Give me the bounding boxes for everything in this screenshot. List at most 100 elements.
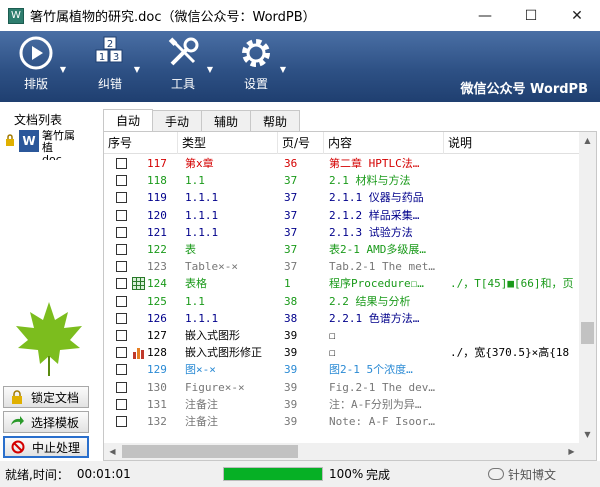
chevron-down-icon: ▼ [133, 65, 140, 74]
row-page: 37 [284, 225, 298, 239]
row-note [447, 155, 573, 172]
tab-manual[interactable]: 手动 [152, 110, 203, 131]
row-content: Note: A-F Isoor… [329, 415, 435, 428]
select-template-button[interactable]: 选择模板 [3, 411, 89, 433]
row-checkbox[interactable] [116, 209, 127, 221]
table-row[interactable]: 130 Figure×-× 39 Fig.2-1 The dev… [104, 379, 574, 396]
scroll-left-arrow[interactable]: ◀ [104, 443, 121, 460]
row-note [447, 413, 573, 430]
row-content: 2.2 结果与分析 [329, 294, 411, 308]
table-row[interactable]: 123 Table×-× 37 Tab.2-1 The met… [104, 258, 574, 275]
document-item[interactable]: W 箸竹属植 doc [5, 130, 95, 160]
row-checkbox[interactable] [116, 330, 127, 341]
svg-text:2: 2 [107, 39, 113, 50]
table-row[interactable]: 126 1.1.1 38 2.2.1 色谱方法… [104, 310, 574, 327]
row-page: 37 [284, 191, 298, 205]
row-number: 126 [147, 311, 167, 325]
row-type: 表格 [185, 277, 207, 291]
row-content: 2.1.3 试验方法 [329, 225, 413, 239]
table-row[interactable]: 118 1.1 37 2.1 材料与方法 [104, 172, 574, 189]
ribbon-toolbar: 排版 ▼ 2 1 3 纠错 ▼ 工具 ▼ 设置 ▼ 微信公众号 WordPB [0, 31, 600, 102]
window-title: 箸竹属植物的研究.doc（微信公众号：WordPB） [30, 10, 316, 25]
tab-assist[interactable]: 辅助 [201, 110, 252, 131]
row-checkbox[interactable] [116, 278, 127, 290]
row-checkbox[interactable] [116, 312, 127, 324]
row-note [447, 327, 573, 344]
correct-button[interactable]: 2 1 3 纠错 ▼ [92, 35, 140, 99]
table-row[interactable]: 127 嵌入式图形 39 ☐ [104, 327, 574, 344]
row-page: 37 [284, 208, 298, 222]
format-button[interactable]: 排版 ▼ [18, 35, 66, 99]
row-type: 嵌入式图形 [185, 329, 240, 342]
results-table: 序号 类型 页/号 内容 说明 117 第x章 36 第二章 HPTLC法… 118 1.… [103, 131, 597, 461]
row-checkbox[interactable] [116, 364, 127, 376]
maple-leaf-logo [8, 298, 90, 378]
stop-processing-button[interactable]: 中止处理 [3, 436, 89, 458]
row-checkbox[interactable] [116, 244, 127, 255]
row-number: 123 [147, 260, 167, 274]
row-checkbox[interactable] [116, 226, 127, 238]
table-row[interactable]: 129 图×-× 39 图2-1 5个浓度… [104, 361, 574, 378]
table-row[interactable]: 125 1.1 38 2.2 结果与分析 [104, 293, 574, 310]
table-header: 序号 类型 页/号 内容 说明 [104, 132, 596, 154]
scroll-up-arrow[interactable]: ▲ [579, 132, 596, 149]
status-bar: 就绪,时间： 00:01:01 100% 完成 针知博文 [0, 461, 600, 487]
row-note: ./，宽{370.5}×高{18 [450, 346, 570, 360]
row-type: Table×-× [185, 260, 238, 274]
row-checkbox[interactable] [116, 261, 127, 273]
row-page: 37 [284, 243, 298, 256]
column-header-page[interactable]: 页/号 [278, 132, 324, 154]
horizontal-scroll-thumb[interactable] [122, 445, 298, 458]
tools-icon [165, 35, 201, 71]
table-row[interactable]: 122 表 37 表2-1 AMD多级展… [104, 241, 574, 258]
row-checkbox[interactable] [116, 347, 127, 359]
row-number: 125 [147, 294, 167, 308]
tab-bar: 自动 手动 辅助 帮助 [103, 109, 301, 131]
row-checkbox[interactable] [116, 398, 127, 410]
row-checkbox[interactable] [116, 175, 127, 187]
row-checkbox[interactable] [116, 295, 127, 307]
table-row[interactable]: 131 注备注 39 注：A-F分别为异… [104, 396, 574, 413]
app-icon: W [8, 7, 24, 24]
row-type: 1.1.1 [185, 191, 219, 205]
tools-button[interactable]: 工具 ▼ [165, 35, 213, 99]
row-checkbox[interactable] [116, 158, 127, 169]
row-checkbox[interactable] [116, 416, 127, 427]
column-header-content[interactable]: 内容 [324, 132, 444, 154]
settings-button[interactable]: 设置 ▼ [238, 35, 286, 99]
row-content: Fig.2-1 The dev… [329, 380, 435, 394]
horizontal-scrollbar[interactable]: ◀ ▶ [104, 443, 580, 460]
column-header-note[interactable]: 说明 [444, 132, 580, 154]
scroll-thumb[interactable] [581, 322, 594, 344]
table-row[interactable]: 117 第x章 36 第二章 HPTLC法… [104, 155, 574, 172]
lock-document-button[interactable]: 锁定文档 [3, 386, 89, 408]
scroll-down-arrow[interactable]: ▼ [579, 426, 596, 443]
play-icon [18, 35, 54, 71]
table-row[interactable]: 128 嵌入式图形修正 39 ☐ ./，宽{370.5}×高{18 [104, 344, 574, 361]
table-row[interactable]: 119 1.1.1 37 2.1.1 仪器与药品 [104, 189, 574, 206]
tab-auto[interactable]: 自动 [103, 109, 154, 131]
vertical-scrollbar[interactable]: ▲ ▼ [579, 132, 596, 460]
table-row[interactable]: 121 1.1.1 37 2.1.3 试验方法 [104, 224, 574, 241]
document-list-panel: 文档列表 W 箸竹属植 doc 锁定文档 选择模板 中止处理 [0, 108, 97, 461]
row-checkbox[interactable] [116, 381, 127, 393]
row-page: 39 [284, 363, 298, 377]
chevron-down-icon: ▼ [59, 65, 66, 74]
row-number: 124 [147, 277, 167, 291]
column-header-number[interactable]: 序号 [104, 132, 178, 154]
table-row[interactable]: 120 1.1.1 37 2.1.2 样品采集… [104, 207, 574, 224]
row-checkbox[interactable] [116, 192, 127, 204]
tab-help[interactable]: 帮助 [250, 110, 301, 131]
table-row[interactable]: 124 表格 1 程序Procedure☐… ./，T[45]■[66]和，页 [104, 275, 574, 292]
close-button[interactable]: ✕ [554, 0, 600, 31]
column-header-type[interactable]: 类型 [178, 132, 278, 154]
elapsed-time: 00:01:01 [76, 467, 131, 481]
table-row[interactable]: 132 注备注 39 Note: A-F Isoor… [104, 413, 574, 430]
maximize-button[interactable]: ☐ [508, 0, 554, 31]
row-number: 117 [147, 157, 167, 170]
minimize-button[interactable]: — [462, 0, 508, 31]
scroll-right-arrow[interactable]: ▶ [563, 443, 580, 460]
row-content: 图2-1 5个浓度… [329, 363, 413, 377]
row-content: 程序Procedure☐… [329, 277, 424, 291]
row-number: 131 [147, 397, 167, 411]
